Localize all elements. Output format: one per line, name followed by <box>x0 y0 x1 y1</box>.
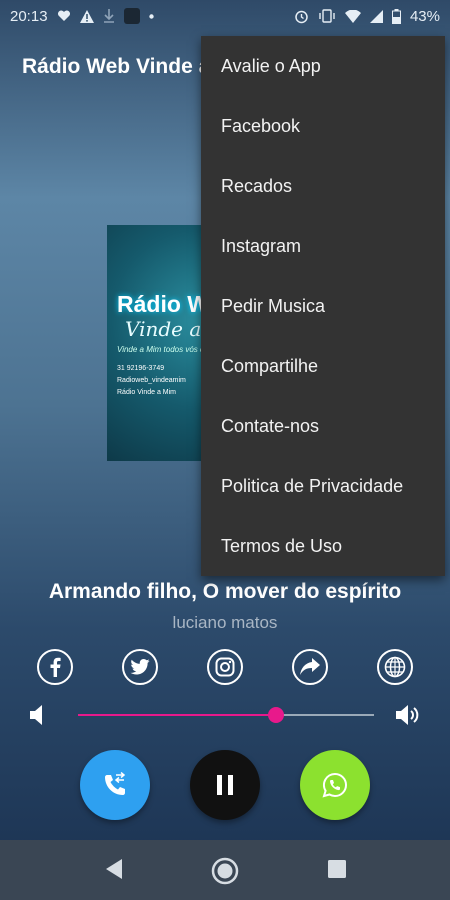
download-status-icon <box>103 9 115 23</box>
call-button[interactable] <box>80 750 150 820</box>
status-bar: 20:13 43% <box>0 0 450 32</box>
social-links-row <box>0 649 450 689</box>
status-left: 20:13 <box>10 8 154 25</box>
battery-status-icon <box>391 8 401 24</box>
volume-up-icon[interactable] <box>396 704 422 731</box>
menu-item-recados[interactable]: Recados <box>201 156 445 216</box>
menu-item-pedir-musica[interactable]: Pedir Musica <box>201 276 445 336</box>
pause-icon <box>217 775 233 795</box>
recents-button[interactable] <box>328 860 346 883</box>
overflow-menu: Avalie o App Facebook Recados Instagram Pedi… <box>201 36 445 576</box>
artist-name: luciano matos <box>172 613 278 632</box>
menu-item-compartilhe[interactable]: Compartilhe <box>201 336 445 396</box>
home-button[interactable] <box>211 857 239 890</box>
signal-status-icon <box>369 9 383 23</box>
song-title: Armando filho, O mover do espírito <box>48 580 402 603</box>
recents-icon <box>328 860 346 878</box>
volume-slider-thumb[interactable] <box>268 707 285 723</box>
share-icon <box>300 658 320 675</box>
menu-item-avalie-o-app[interactable]: Avalie o App <box>201 36 445 96</box>
pause-button[interactable] <box>190 750 260 820</box>
home-icon <box>211 857 239 885</box>
share-button[interactable] <box>292 649 328 685</box>
back-icon <box>106 859 122 879</box>
heart-status-icon <box>57 10 71 22</box>
whatsapp-icon <box>322 772 347 798</box>
dot-status-icon <box>148 13 154 19</box>
volume-slider-fill <box>78 714 277 716</box>
album-art-tiktok: Rádio Vinde a Mim <box>117 389 177 396</box>
twitter-button[interactable] <box>122 649 158 685</box>
facebook-button[interactable] <box>37 649 73 685</box>
back-button[interactable] <box>104 858 124 885</box>
app-status-icon <box>123 8 140 24</box>
wifi-status-icon <box>344 9 361 23</box>
twitter-icon <box>130 659 150 675</box>
facebook-icon <box>50 657 61 677</box>
status-right: 43% <box>294 8 440 25</box>
instagram-icon <box>215 657 235 677</box>
call-icon <box>105 772 126 795</box>
alarm-status-icon <box>294 9 309 24</box>
web-icon <box>384 656 406 678</box>
warning-status-icon <box>79 9 94 23</box>
volume-slider[interactable] <box>78 707 374 723</box>
instagram-button[interactable] <box>207 649 243 685</box>
battery-percent: 43% <box>409 7 440 25</box>
status-time: 20:13 <box>10 7 48 25</box>
volume-row <box>0 700 450 732</box>
menu-item-politica-de-privacidade[interactable]: Politica de Privacidade <box>201 456 445 516</box>
menu-item-instagram[interactable]: Instagram <box>201 216 445 276</box>
menu-item-facebook[interactable]: Facebook <box>201 96 445 156</box>
menu-item-termos-de-uso[interactable]: Termos de Uso <box>201 516 445 576</box>
whatsapp-button[interactable] <box>300 750 370 820</box>
volume-mute-icon[interactable] <box>30 704 44 731</box>
album-art-phone: 31 92196-3749 <box>117 365 165 372</box>
navigation-bar <box>0 840 450 900</box>
menu-item-contate-nos[interactable]: Contate-nos <box>201 396 445 456</box>
album-art-instagram: Radioweb_vindeamim <box>117 377 186 384</box>
website-button[interactable] <box>377 649 413 685</box>
vibrate-status-icon <box>318 9 336 23</box>
